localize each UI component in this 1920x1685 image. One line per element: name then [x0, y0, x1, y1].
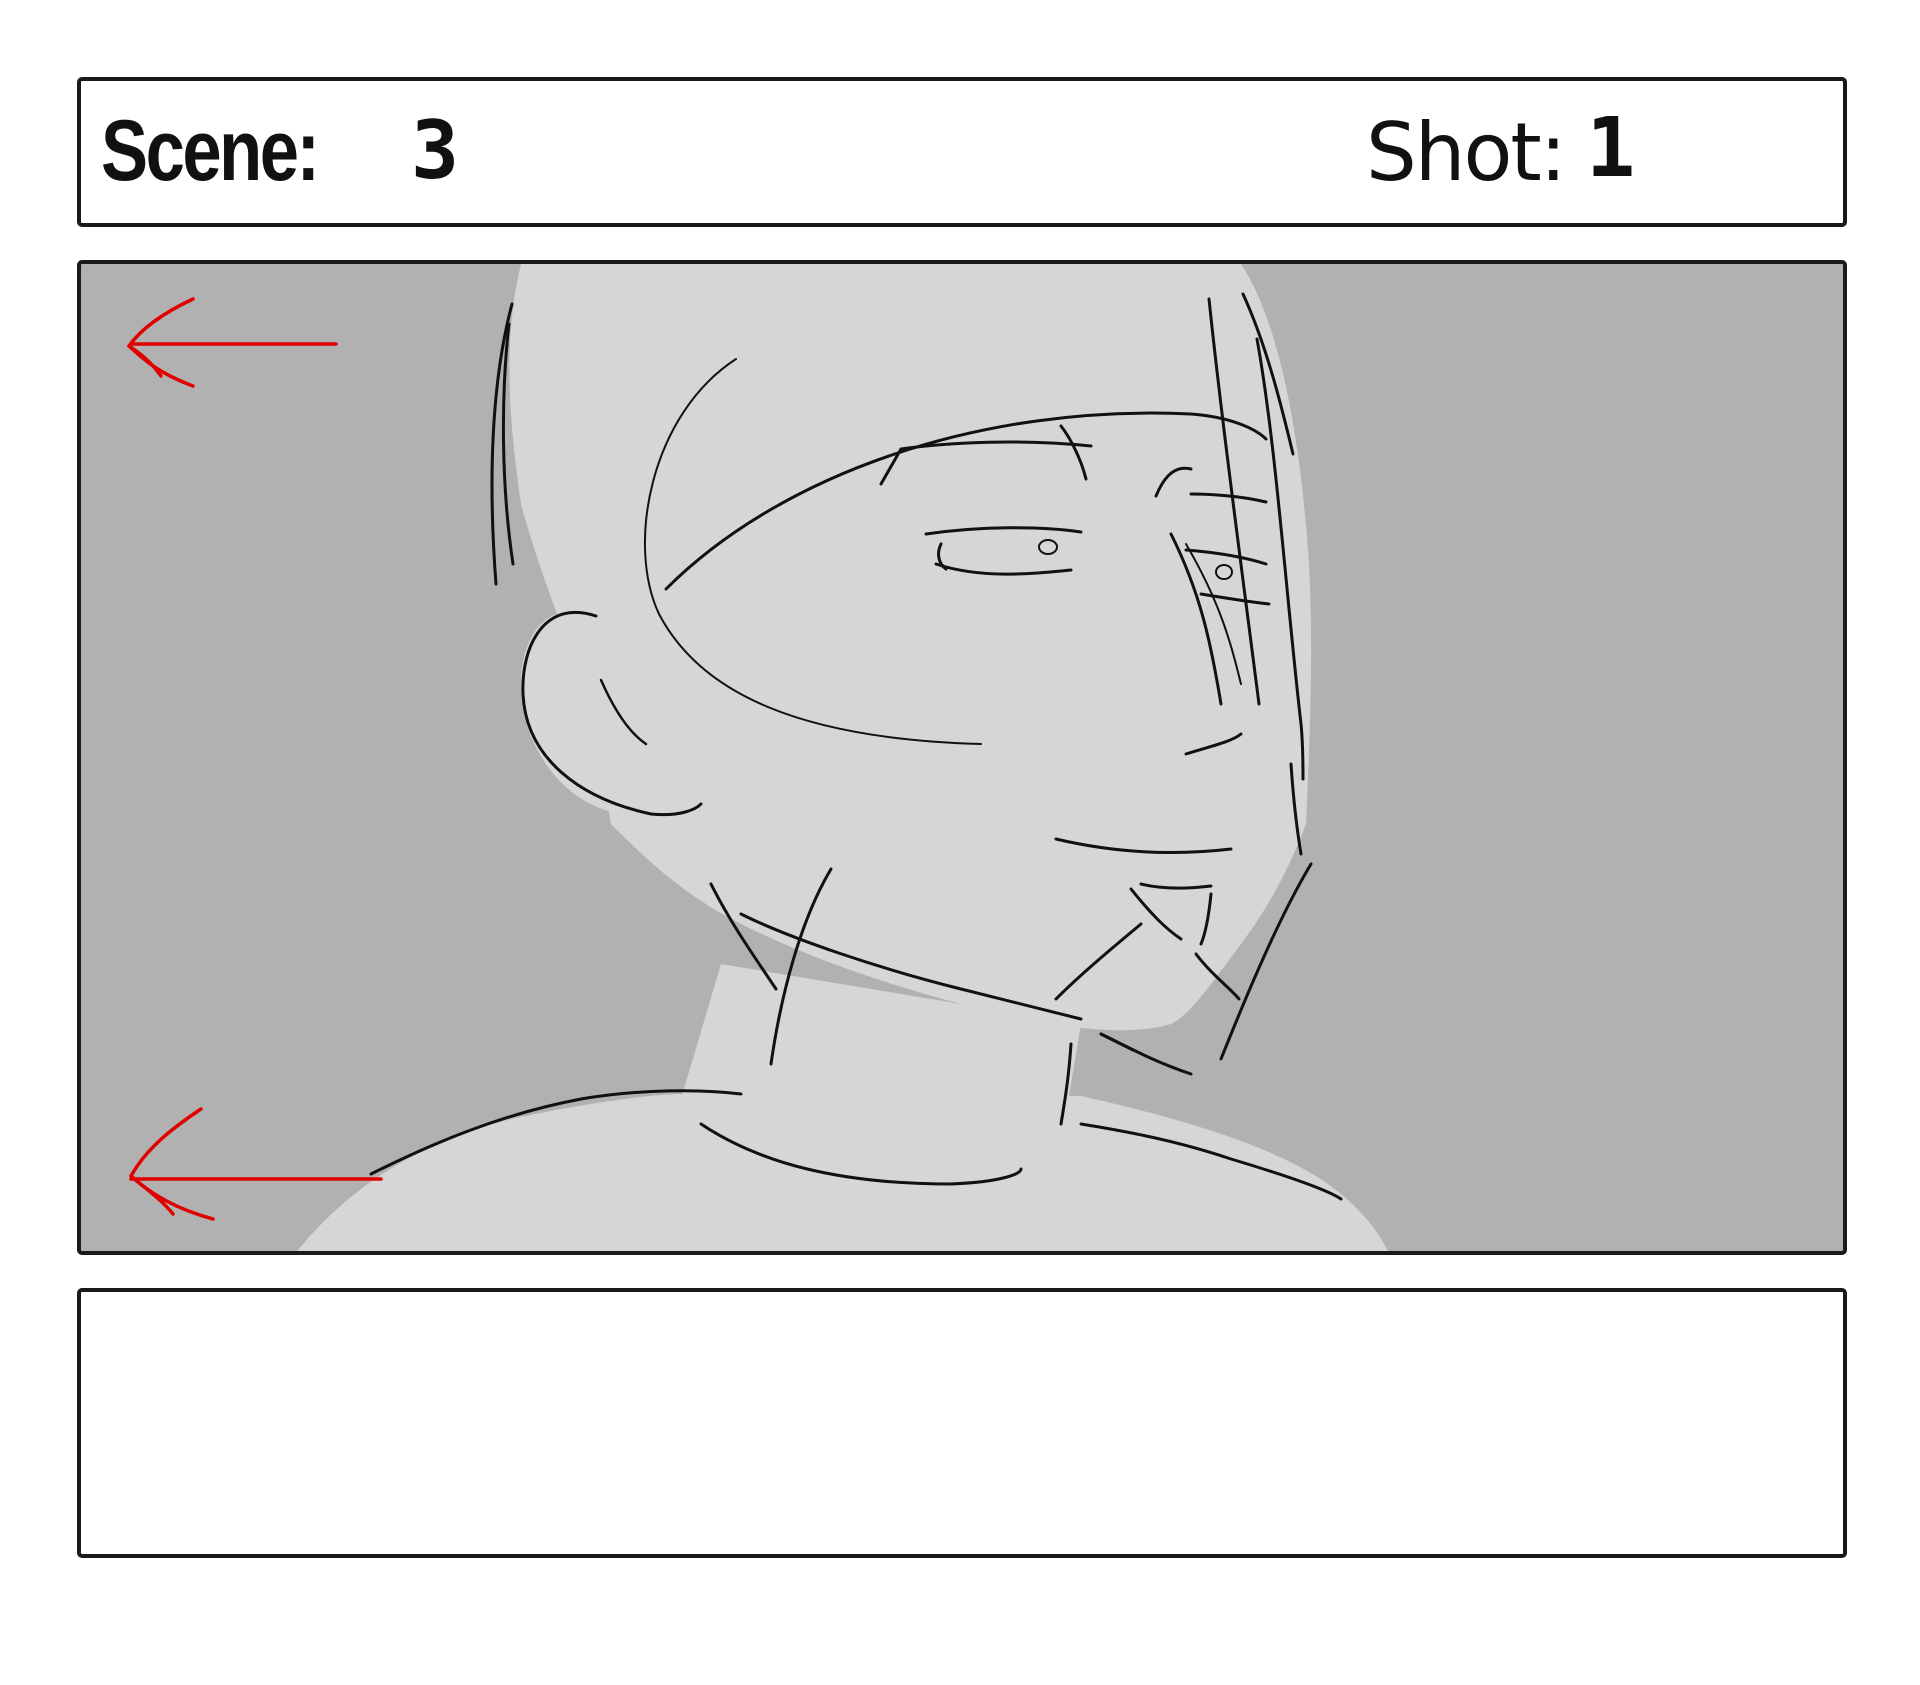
notes-panel [77, 1288, 1847, 1558]
direction-arrows [127, 297, 383, 1221]
top-left-arrow-icon [127, 297, 338, 388]
shot-number: 1 [1586, 101, 1636, 196]
scene-number: 3 [411, 104, 460, 197]
figure-fill [297, 264, 1388, 1251]
character-sketch [127, 264, 1388, 1251]
bottom-left-arrow-icon [129, 1107, 383, 1221]
shot-label: Shot: [1366, 106, 1567, 199]
storyboard-frame [77, 260, 1847, 1255]
scene-shot-header: Scene: 3 Shot: 1 [77, 77, 1847, 227]
scene-label: Scene: [101, 103, 320, 199]
